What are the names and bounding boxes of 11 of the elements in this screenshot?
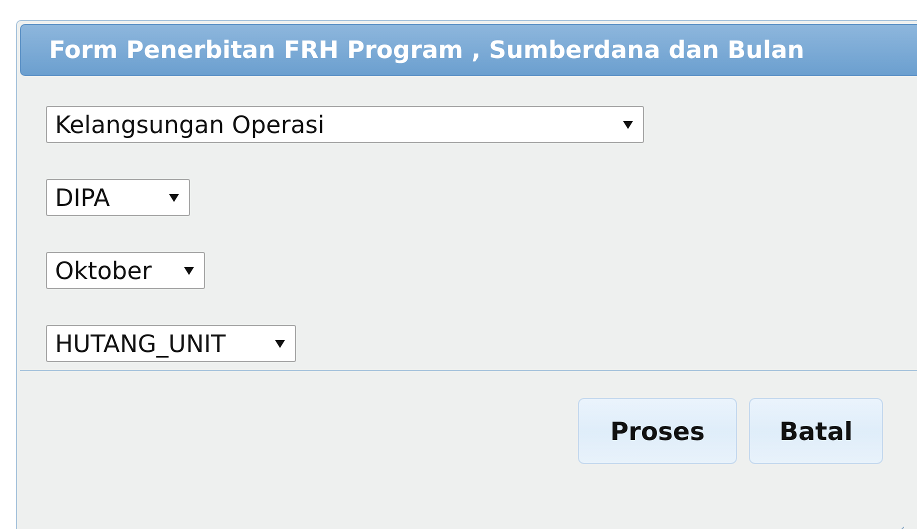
dialog-title: Form Penerbitan FRH Program , Sumberdana dan Bulan — [49, 36, 804, 64]
proses-button[interactable]: Proses — [578, 398, 737, 464]
dropdown-arrow-icon — [169, 194, 179, 202]
dropdown-arrow-icon — [623, 120, 633, 128]
dropdown-arrow-icon — [275, 340, 285, 348]
select-field[interactable]: Oktober — [46, 252, 205, 289]
cancel-button[interactable]: Batal — [749, 398, 883, 464]
select-field[interactable]: HUTANG_UNIT — [46, 325, 296, 362]
select-field[interactable]: Kelangsungan Operasi — [46, 106, 644, 143]
dropdown-arrow-icon — [184, 266, 194, 274]
select-field[interactable]: DIPA — [46, 179, 190, 216]
